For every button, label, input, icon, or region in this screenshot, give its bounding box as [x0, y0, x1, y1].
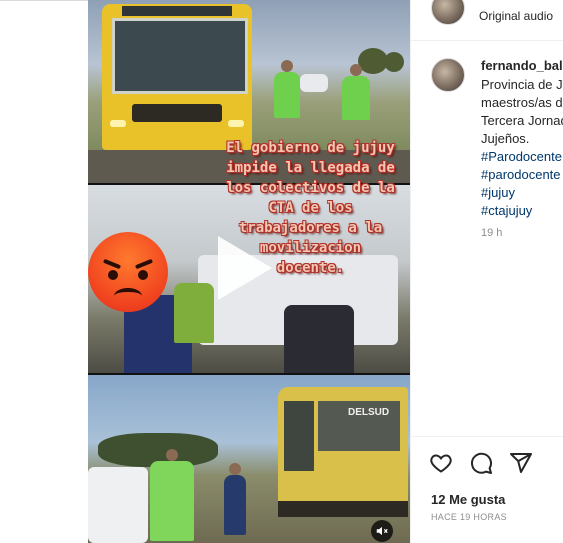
overlay-line: trabajadores a la — [238, 220, 383, 236]
officer-in-vest — [342, 64, 370, 120]
person-dark-jacket — [284, 305, 354, 375]
emoji-mouth — [114, 288, 142, 304]
video-frame-roadside: DELSUD — [88, 375, 410, 543]
bus-grille — [132, 104, 222, 122]
like-count[interactable]: 12 Me gusta — [431, 492, 505, 507]
yellow-bus-rear: DELSUD — [278, 387, 408, 517]
yellow-bus — [102, 4, 252, 150]
officer-in-vest — [150, 449, 194, 541]
bus-side-window — [284, 401, 314, 471]
hashtag-link[interactable]: #Parodocente — [481, 148, 563, 166]
divider — [411, 436, 563, 437]
officer-in-vest — [274, 60, 300, 118]
caption-line: maestros/as d — [481, 95, 563, 110]
overlay-line: los colectivos de la — [226, 180, 395, 196]
share-icon[interactable] — [509, 451, 533, 475]
reel-video-player[interactable]: DELSUD El gobierno de jujuy impide la ll… — [88, 0, 410, 543]
page-margin — [0, 0, 88, 543]
play-icon[interactable] — [218, 236, 272, 300]
username[interactable]: fernando_bal — [481, 58, 563, 73]
post-details-panel: Original audio fernando_bal Provincia de… — [410, 0, 563, 543]
overlay-line: El gobierno de jujuy — [226, 140, 395, 156]
divider — [411, 40, 563, 41]
emoji-eye — [138, 270, 148, 280]
hashtag-link[interactable]: #parodocente — [481, 166, 563, 184]
overlay-line: impide la llegada de — [226, 160, 395, 176]
bus-headlight — [110, 120, 126, 127]
avatar[interactable] — [431, 58, 465, 92]
mute-icon-glyph — [376, 526, 388, 536]
heart-icon[interactable] — [429, 451, 453, 475]
overlay-line: CTA de los — [268, 200, 353, 216]
avatar[interactable] — [431, 0, 465, 25]
caption-line: Jujeños. — [481, 131, 530, 146]
hashtag-link[interactable]: #ctajujuy — [481, 202, 563, 220]
caption-line: Tercera Jornad — [481, 113, 563, 128]
emoji-brow — [102, 258, 122, 270]
mute-icon[interactable] — [371, 520, 393, 542]
person-walking — [224, 463, 246, 535]
person-head — [229, 463, 241, 475]
angry-face-emoji — [88, 232, 168, 312]
bus-sign — [122, 6, 232, 16]
bus-windshield — [112, 18, 248, 94]
bus-bumper — [278, 501, 408, 517]
caption-line: Provincia de J — [481, 77, 563, 92]
officer-head — [281, 60, 293, 72]
emoji-eye — [108, 270, 118, 280]
bus-headlight — [228, 120, 244, 127]
emoji-brow — [134, 258, 154, 270]
caption-timestamp: 19 h — [481, 227, 503, 239]
post-date: HACE 19 HORAS — [431, 512, 507, 522]
post-caption: Provincia de J maestros/as d Tercera Jor… — [481, 76, 563, 220]
hashtag-link[interactable]: #jujuy — [481, 184, 563, 202]
tree — [384, 52, 404, 72]
audio-label[interactable]: Original audio — [479, 9, 553, 23]
officer-head — [166, 449, 178, 461]
background-car — [300, 74, 328, 92]
officer-head — [350, 64, 362, 76]
comment-icon[interactable] — [469, 451, 493, 475]
bus-destination-sign: DELSUD — [348, 407, 390, 418]
officer-in-vest — [174, 283, 214, 343]
white-car — [88, 467, 148, 543]
